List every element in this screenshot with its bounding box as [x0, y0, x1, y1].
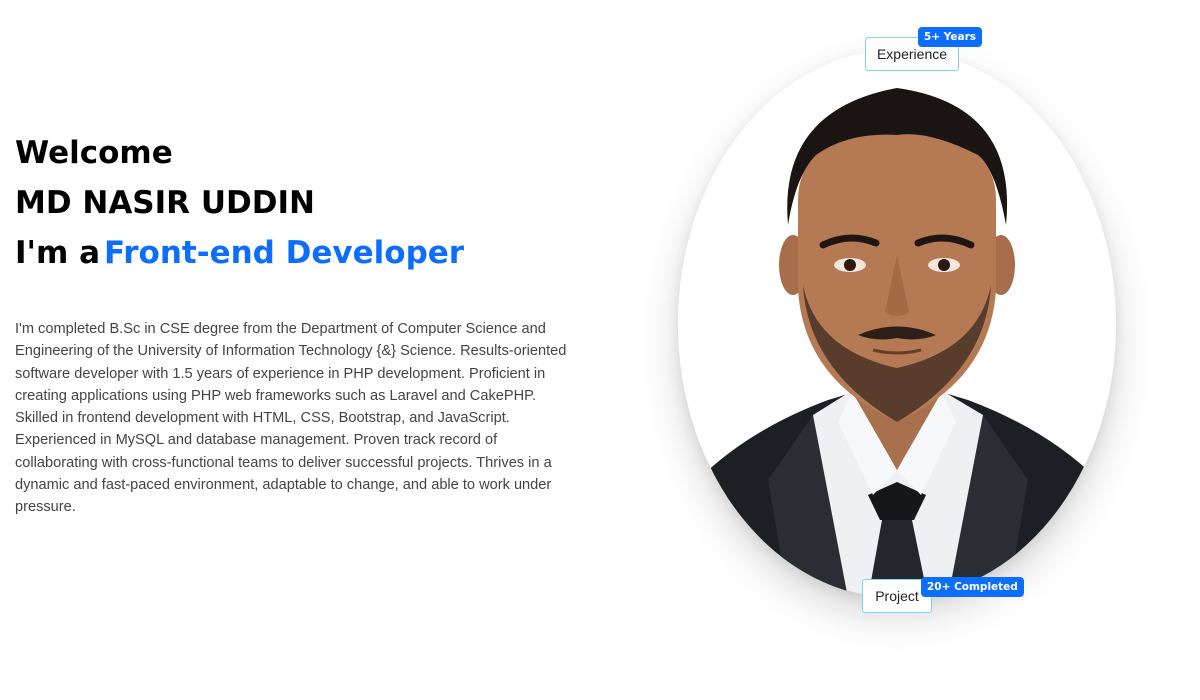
- project-badge: 20+ Completed: [921, 577, 1024, 597]
- experience-label: Experience: [876, 46, 948, 62]
- bio-paragraph: I'm completed B.Sc in CSE degree from th…: [15, 321, 567, 516]
- role-title: Front-end Developer: [104, 235, 465, 271]
- role-heading: I'm a Front-end Developer: [15, 228, 575, 278]
- name-heading: MD NASIR UDDIN: [15, 185, 315, 221]
- role-prefix: I'm a: [15, 235, 101, 271]
- portrait-illustration: [678, 50, 1116, 598]
- hero-section: Welcome MD NASIR UDDIN I'm a Front-end De…: [15, 128, 575, 519]
- welcome-heading: Welcome: [15, 135, 173, 171]
- experience-badge: 5+ Years: [918, 27, 983, 47]
- profile-photo: [678, 50, 1116, 598]
- project-label: Project: [875, 588, 919, 604]
